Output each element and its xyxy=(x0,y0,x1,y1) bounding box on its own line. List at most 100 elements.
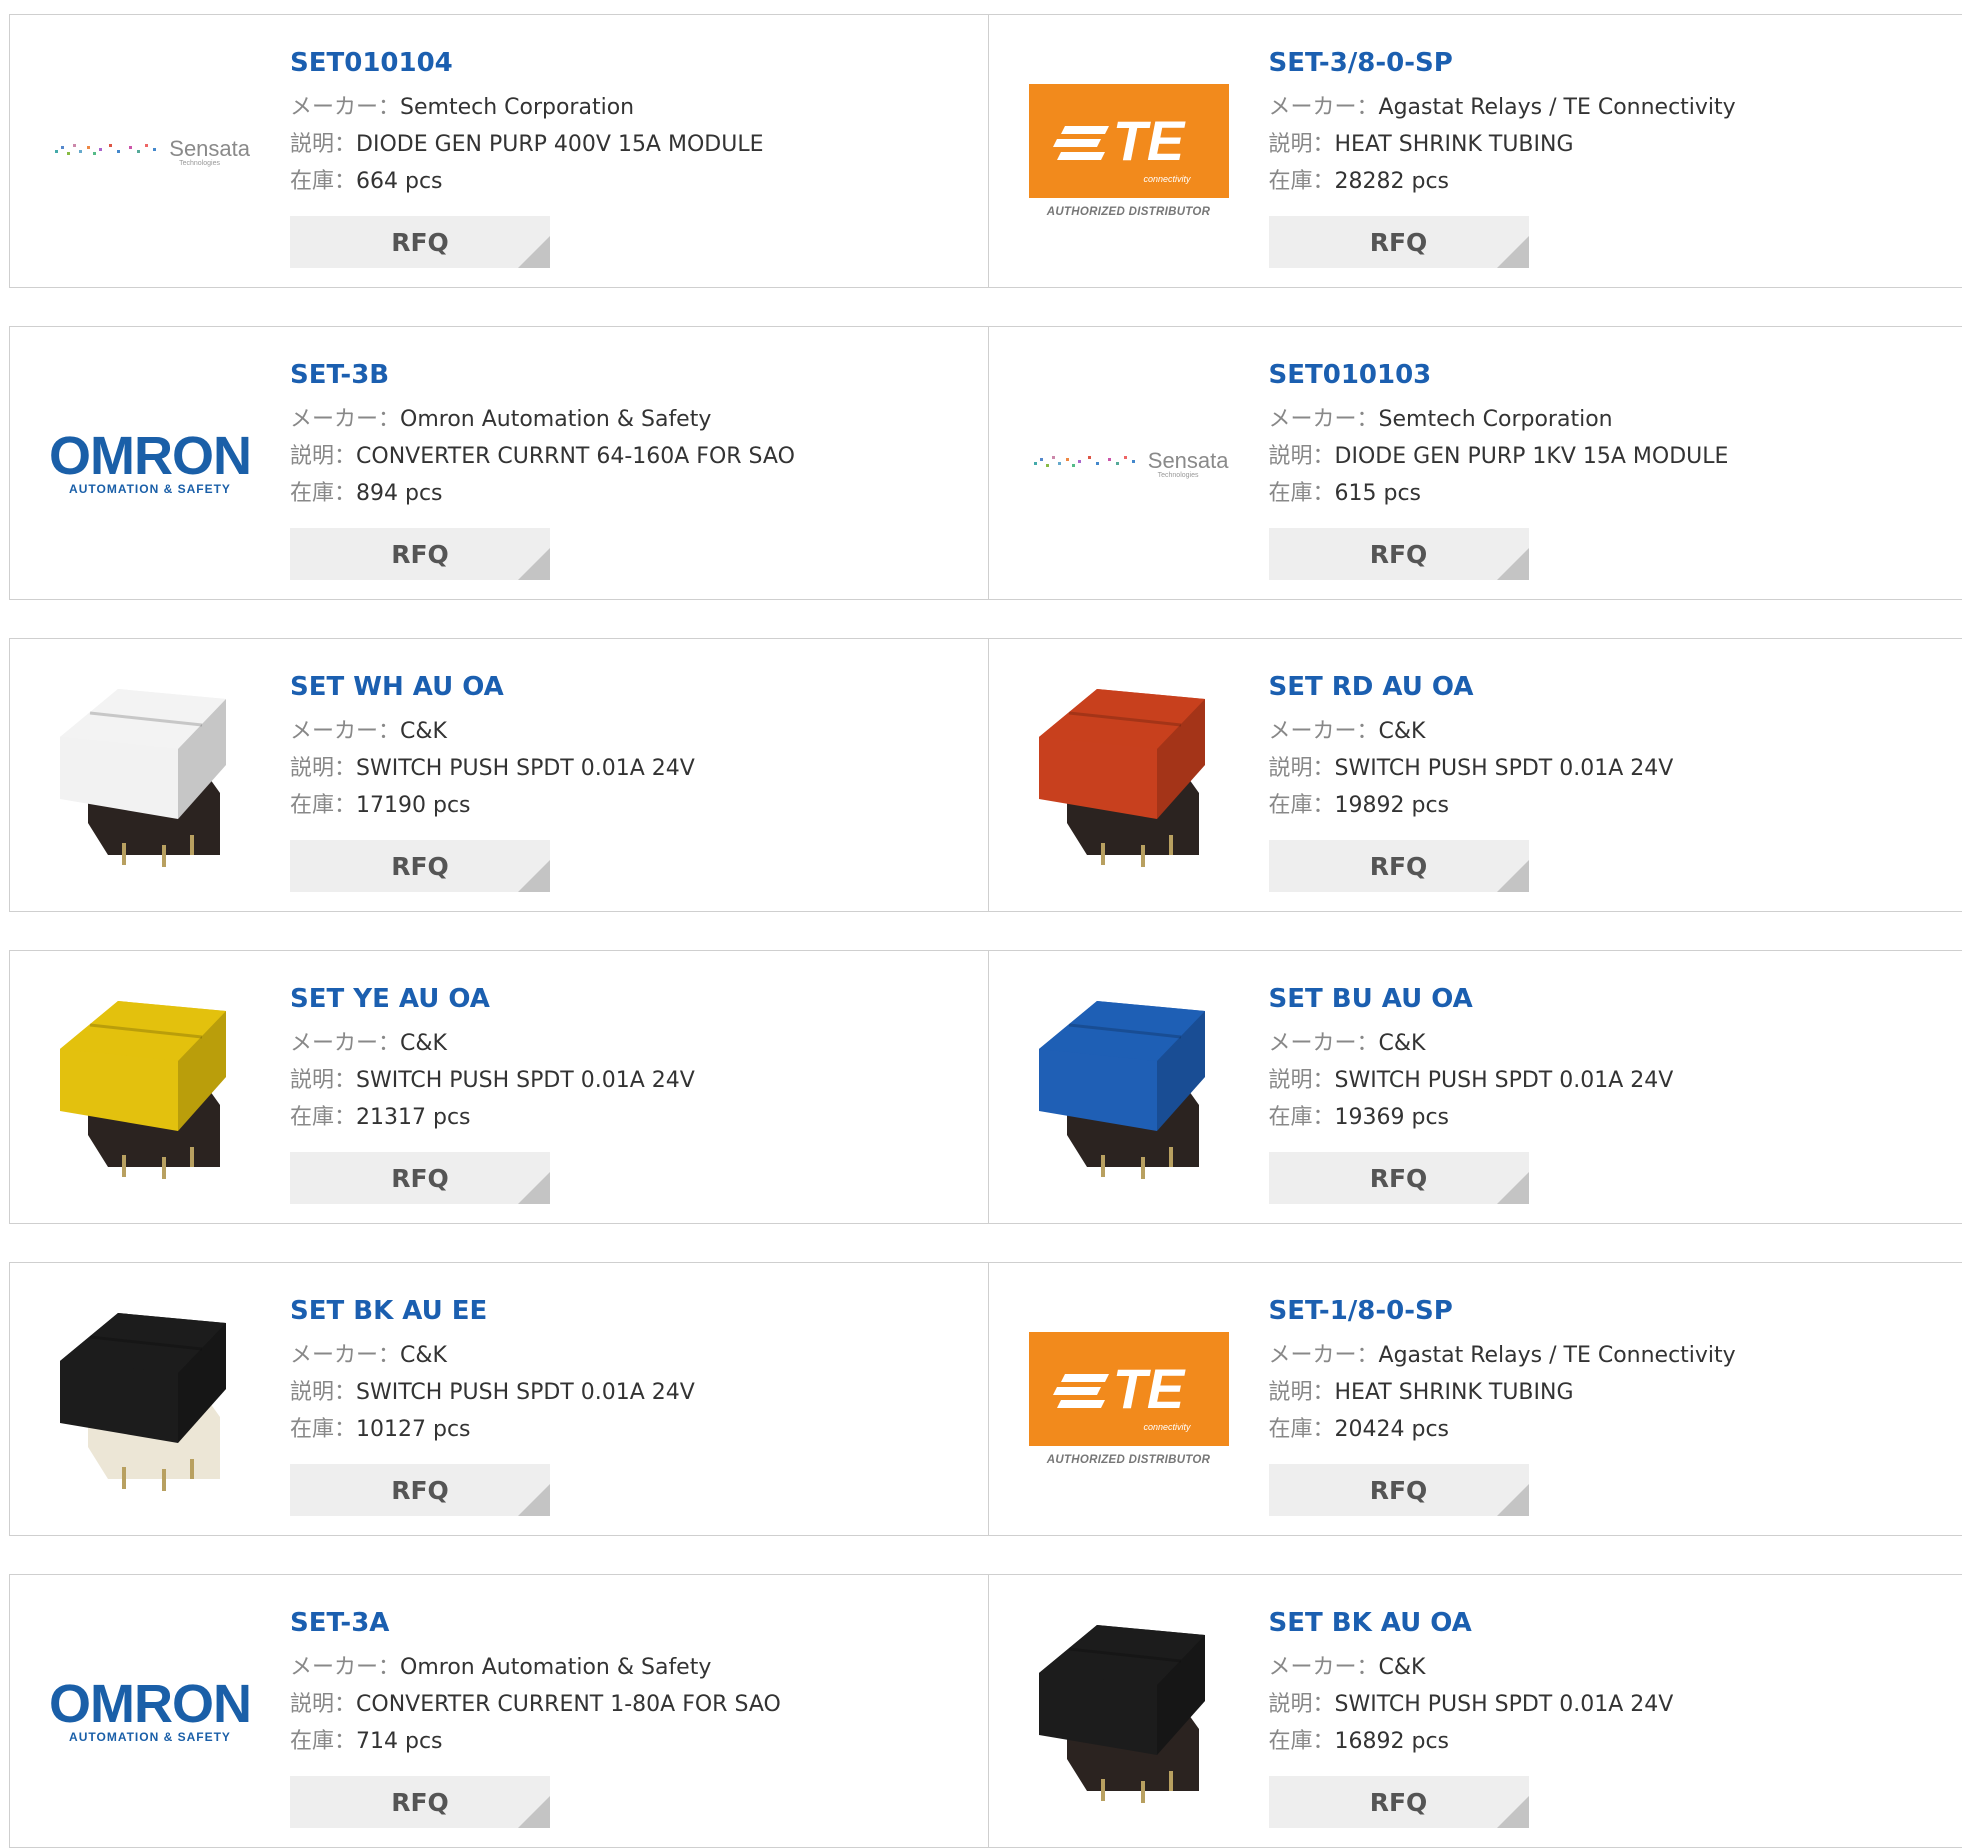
description-line: 説明：SWITCH PUSH SPDT 0.01A 24V xyxy=(290,1374,695,1411)
product-info: SET-3A メーカー：Omron Automation & Safety 説明… xyxy=(290,1605,781,1760)
product-thumbnail[interactable]: OMRON AUTOMATION & SAFETY xyxy=(50,1611,250,1811)
product-card: SET WH AU OA メーカー：C&K 説明：SWITCH PUSH SPD… xyxy=(10,639,988,911)
product-card: TE connectivity AUTHORIZED DISTRIBUTOR S… xyxy=(988,1263,1962,1535)
product-card: Sensata Technologies SET010104 メーカー：Semt… xyxy=(10,15,988,287)
manufacturer-line: メーカー：C&K xyxy=(1269,1025,1674,1062)
stock-line: 在庫：20424 pcs xyxy=(1269,1411,1736,1448)
part-number-link[interactable]: SET010103 xyxy=(1269,357,1729,393)
part-number-link[interactable]: SET BK AU EE xyxy=(290,1293,695,1329)
rfq-label: RFQ xyxy=(391,1788,449,1817)
rfq-label: RFQ xyxy=(391,1164,449,1193)
product-thumbnail[interactable]: TE connectivity AUTHORIZED DISTRIBUTOR xyxy=(1029,51,1229,251)
switch-drawing xyxy=(1029,1609,1229,1809)
description-line: 説明：HEAT SHRINK TUBING xyxy=(1269,1374,1736,1411)
manufacturer-line: メーカー：C&K xyxy=(1269,1649,1674,1686)
stock-value: 17190 pcs xyxy=(356,793,471,818)
product-info: SET-3B メーカー：Omron Automation & Safety 説明… xyxy=(290,357,795,512)
manufacturer-label: メーカー： xyxy=(290,95,400,120)
manufacturer-value: Agastat Relays / TE Connectivity xyxy=(1379,1343,1736,1368)
product-thumbnail[interactable] xyxy=(50,987,250,1187)
part-number-link[interactable]: SET RD AU OA xyxy=(1269,669,1674,705)
rfq-button[interactable]: RFQ xyxy=(290,216,550,268)
switch-drawing xyxy=(1029,985,1229,1185)
part-number-link[interactable]: SET-1/8-0-SP xyxy=(1269,1293,1736,1329)
description-label: 説明： xyxy=(1269,756,1335,781)
description-line: 説明：SWITCH PUSH SPDT 0.01A 24V xyxy=(1269,1062,1674,1099)
rfq-button[interactable]: RFQ xyxy=(1269,1776,1529,1828)
rfq-button[interactable]: RFQ xyxy=(290,1776,550,1828)
part-number-link[interactable]: SET BU AU OA xyxy=(1269,981,1674,1017)
rfq-button[interactable]: RFQ xyxy=(1269,1464,1529,1516)
rfq-corner-decoration xyxy=(518,1172,550,1204)
part-number-link[interactable]: SET BK AU OA xyxy=(1269,1605,1674,1641)
description-value: SWITCH PUSH SPDT 0.01A 24V xyxy=(356,756,695,781)
manufacturer-line: メーカー：C&K xyxy=(1269,713,1674,750)
rfq-corner-decoration xyxy=(1497,548,1529,580)
rfq-button[interactable]: RFQ xyxy=(290,840,550,892)
omron-wordmark: OMRON xyxy=(49,1678,251,1730)
product-thumbnail[interactable] xyxy=(1029,987,1229,1187)
stock-line: 在庫：714 pcs xyxy=(290,1723,781,1760)
description-line: 説明：DIODE GEN PURP 1KV 15A MODULE xyxy=(1269,438,1729,475)
manufacturer-line: メーカー：Agastat Relays / TE Connectivity xyxy=(1269,1337,1736,1374)
rfq-button[interactable]: RFQ xyxy=(1269,528,1529,580)
te-bars-icon xyxy=(1051,1374,1111,1408)
description-value: SWITCH PUSH SPDT 0.01A 24V xyxy=(1335,756,1674,781)
authorized-distributor-caption: AUTHORIZED DISTRIBUTOR xyxy=(1047,206,1211,218)
product-row: Sensata Technologies SET010104 メーカー：Semt… xyxy=(9,14,1962,288)
stock-label: 在庫： xyxy=(290,1417,356,1442)
te-logo-box: TE connectivity xyxy=(1029,1332,1229,1446)
stock-line: 在庫：10127 pcs xyxy=(290,1411,695,1448)
manufacturer-value: C&K xyxy=(400,719,447,744)
stock-line: 在庫：19369 pcs xyxy=(1269,1099,1674,1136)
rfq-label: RFQ xyxy=(391,1476,449,1505)
product-row: SET YE AU OA メーカー：C&K 説明：SWITCH PUSH SPD… xyxy=(9,950,1962,1224)
manufacturer-label: メーカー： xyxy=(1269,1031,1379,1056)
manufacturer-value: C&K xyxy=(400,1031,447,1056)
rfq-button[interactable]: RFQ xyxy=(1269,1152,1529,1204)
rfq-label: RFQ xyxy=(391,228,449,257)
product-thumbnail[interactable]: Sensata Technologies xyxy=(1029,363,1229,563)
stock-value: 28282 pcs xyxy=(1335,169,1450,194)
sensata-tagline: Technologies xyxy=(179,160,220,167)
rfq-corner-decoration xyxy=(1497,236,1529,268)
description-label: 説明： xyxy=(1269,444,1335,469)
stock-line: 在庫：19892 pcs xyxy=(1269,787,1674,824)
product-info: SET010104 メーカー：Semtech Corporation 説明：DI… xyxy=(290,45,763,200)
rfq-corner-decoration xyxy=(1497,1172,1529,1204)
part-number-link[interactable]: SET-3B xyxy=(290,357,795,393)
rfq-corner-decoration xyxy=(518,1484,550,1516)
product-row: SET WH AU OA メーカー：C&K 説明：SWITCH PUSH SPD… xyxy=(9,638,1962,912)
description-line: 説明：SWITCH PUSH SPDT 0.01A 24V xyxy=(290,1062,695,1099)
omron-logo: OMRON AUTOMATION & SAFETY xyxy=(50,430,250,496)
manufacturer-label: メーカー： xyxy=(290,1031,400,1056)
stock-value: 615 pcs xyxy=(1335,481,1422,506)
manufacturer-label: メーカー： xyxy=(1269,95,1379,120)
description-label: 説明： xyxy=(290,132,356,157)
switch-product-image xyxy=(50,1297,250,1501)
description-line: 説明：SWITCH PUSH SPDT 0.01A 24V xyxy=(290,750,695,787)
product-thumbnail[interactable] xyxy=(50,675,250,875)
rfq-button[interactable]: RFQ xyxy=(290,1152,550,1204)
stock-label: 在庫： xyxy=(1269,1729,1335,1754)
product-card: SET RD AU OA メーカー：C&K 説明：SWITCH PUSH SPD… xyxy=(988,639,1962,911)
product-thumbnail[interactable]: TE connectivity AUTHORIZED DISTRIBUTOR xyxy=(1029,1299,1229,1499)
switch-product-image xyxy=(50,985,250,1189)
rfq-button[interactable]: RFQ xyxy=(290,528,550,580)
rfq-button[interactable]: RFQ xyxy=(290,1464,550,1516)
product-thumbnail[interactable] xyxy=(50,1299,250,1499)
product-thumbnail[interactable]: Sensata Technologies xyxy=(50,51,250,251)
stock-label: 在庫： xyxy=(290,481,356,506)
part-number-link[interactable]: SET YE AU OA xyxy=(290,981,695,1017)
rfq-button[interactable]: RFQ xyxy=(1269,840,1529,892)
product-thumbnail[interactable]: OMRON AUTOMATION & SAFETY xyxy=(50,363,250,563)
product-thumbnail[interactable] xyxy=(1029,1611,1229,1811)
part-number-link[interactable]: SET-3/8-0-SP xyxy=(1269,45,1736,81)
manufacturer-label: メーカー： xyxy=(1269,1343,1379,1368)
product-thumbnail[interactable] xyxy=(1029,675,1229,875)
part-number-link[interactable]: SET-3A xyxy=(290,1605,781,1641)
part-number-link[interactable]: SET010104 xyxy=(290,45,763,81)
description-value: SWITCH PUSH SPDT 0.01A 24V xyxy=(1335,1692,1674,1717)
rfq-button[interactable]: RFQ xyxy=(1269,216,1529,268)
part-number-link[interactable]: SET WH AU OA xyxy=(290,669,695,705)
